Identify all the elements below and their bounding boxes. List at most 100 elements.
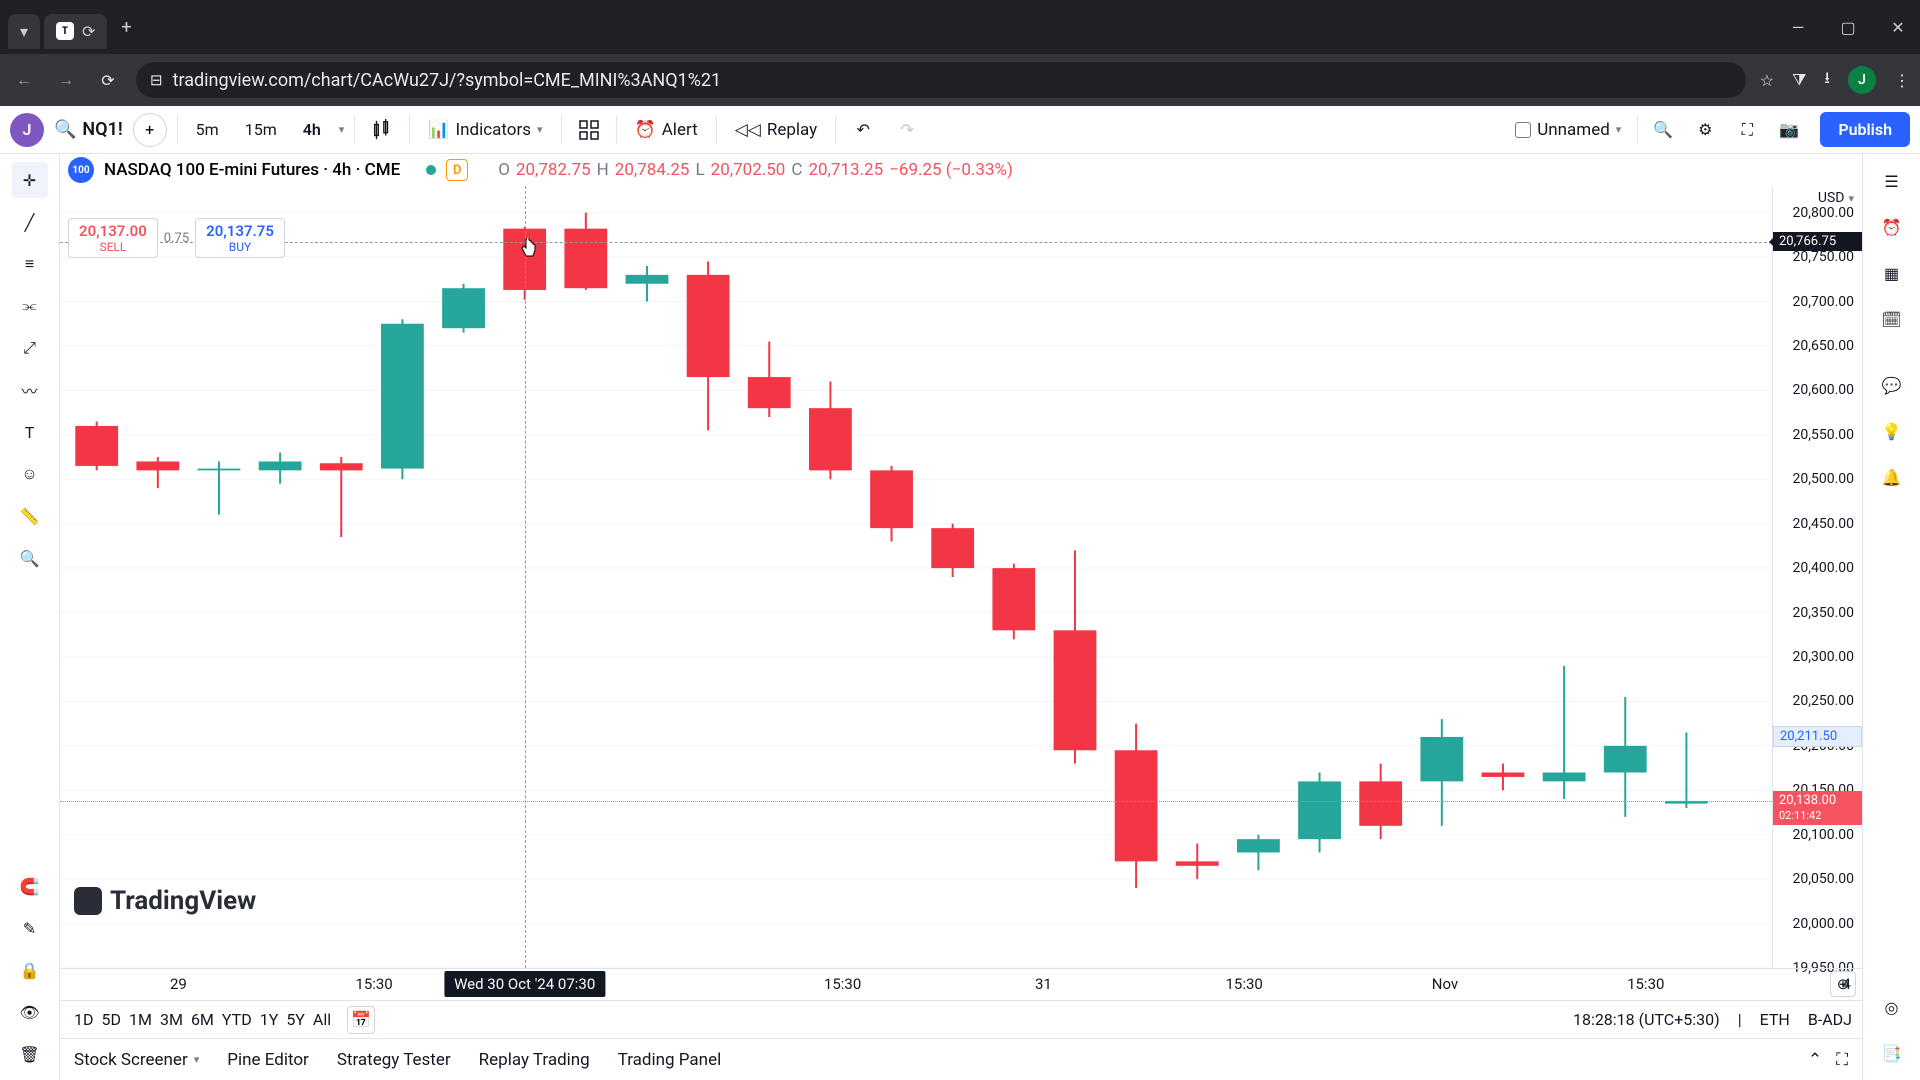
zoom-tool[interactable]: 🔍 (12, 540, 48, 576)
range-all[interactable]: All (309, 1008, 335, 1031)
lock2-tool[interactable]: 🔒 (12, 952, 48, 988)
ideas-stream-button[interactable]: 💡 (1873, 412, 1911, 450)
symbol-text: NQ1! (82, 119, 122, 140)
profile-avatar[interactable]: J (1848, 66, 1876, 94)
trendline-tool[interactable]: ╱ (12, 204, 48, 240)
watchlist-button[interactable]: ☰ (1873, 162, 1911, 200)
chat-button[interactable]: 💬 (1873, 366, 1911, 404)
chart-pane[interactable]: 20,137.00 SELL 0.75 20,137.75 BUY (60, 186, 1772, 968)
low-value: 20,702.50 (711, 160, 786, 180)
time-axis[interactable]: ⊕ 2915:3015:303115:30Nov15:304Wed 30 Oct… (60, 968, 1862, 1000)
low-label: L (696, 160, 705, 180)
price-tick: 20,750.00 (1792, 249, 1854, 265)
downloads-icon[interactable]: ⭳ (1824, 67, 1830, 94)
sell-button[interactable]: 20,137.00 SELL (68, 218, 158, 258)
new-tab-button[interactable]: + (117, 18, 135, 36)
emoji-tool[interactable]: ☺ (12, 456, 48, 492)
lock-tool[interactable]: ✎ (12, 910, 48, 946)
trash-tool[interactable]: 🗑 (12, 1036, 48, 1072)
range-3m[interactable]: 3M (156, 1008, 187, 1031)
range-5y[interactable]: 5Y (282, 1008, 309, 1031)
range-1y[interactable]: 1Y (256, 1008, 283, 1031)
extensions-icon[interactable]: ⧩ (1792, 70, 1806, 90)
tab-dropdown-icon[interactable]: ▾ (20, 22, 28, 41)
layout-name-dropdown[interactable]: Unnamed ▾ (1507, 114, 1629, 146)
tab-pine-editor[interactable]: Pine Editor (227, 1050, 309, 1070)
reload-in-tab-icon[interactable]: ⟳ (82, 22, 95, 41)
object-tree-button[interactable]: ◎ (1873, 988, 1911, 1026)
data-badge[interactable]: D (446, 159, 468, 181)
fullscreen-button[interactable]: ⛶ (1730, 113, 1764, 147)
calendar-button[interactable]: 🗓 (1873, 300, 1911, 338)
tab-strategy-tester[interactable]: Strategy Tester (337, 1050, 451, 1070)
window-minimize-icon[interactable]: — (1784, 18, 1812, 37)
templates-button[interactable] (572, 113, 606, 147)
url-text: tradingview.com/chart/CAcWu27J/?symbol=C… (173, 70, 722, 91)
kebab-menu-icon[interactable]: ⋮ (1894, 71, 1910, 90)
browser-tab[interactable]: ▾ (8, 14, 40, 49)
back-button[interactable]: ← (10, 66, 38, 94)
indicators-button[interactable]: 📊 Indicators ▾ (420, 114, 550, 146)
reload-button[interactable]: ⟳ (94, 66, 122, 94)
add-symbol-button[interactable]: + (133, 113, 167, 147)
user-avatar[interactable]: J (10, 113, 44, 147)
time-tick: 29 (170, 975, 187, 993)
bottom-panel-tabs: Stock Screener ▾ Pine Editor Strategy Te… (60, 1038, 1862, 1080)
calendar-button[interactable]: 📅 (347, 1006, 375, 1034)
time-tooltip: Wed 30 Oct '24 07:30 (444, 971, 605, 997)
time-tick: 15:30 (1225, 975, 1262, 993)
measure-tool[interactable]: 📏 (12, 498, 48, 534)
tab-trading-panel[interactable]: Trading Panel (618, 1050, 722, 1070)
maximize-panel-icon[interactable]: ⛶ (1836, 1050, 1848, 1070)
range-1d[interactable]: 1D (70, 1008, 98, 1031)
price-tick: 20,100.00 (1792, 827, 1854, 843)
text-tool[interactable]: T (12, 414, 48, 450)
brush-tool[interactable]: 〰 (12, 372, 48, 408)
bookmark-icon[interactable]: ☆ (1760, 71, 1774, 90)
magnet-tool[interactable]: 🧲 (12, 868, 48, 904)
time-tick: Nov (1432, 975, 1458, 993)
cursor-tool[interactable]: ✛ (12, 162, 48, 198)
browser-tab-active[interactable]: T ⟳ (44, 14, 107, 49)
window-maximize-icon[interactable]: ▢ (1834, 18, 1862, 37)
timeframe-5m[interactable]: 5m (188, 114, 227, 145)
alert-button[interactable]: ⏰ Alert (627, 114, 706, 146)
quick-search-button[interactable]: 🔍 (1646, 113, 1680, 147)
timeframe-4h[interactable]: 4h (295, 114, 329, 145)
hotlists-button[interactable]: ▦ (1873, 254, 1911, 292)
range-6m[interactable]: 6M (187, 1008, 218, 1031)
replay-button[interactable]: ◁◁ Replay (727, 114, 826, 146)
chart-settings-button[interactable]: ⚙ (1688, 113, 1722, 147)
pattern-tool[interactable]: ⫘ (12, 288, 48, 324)
snapshot-button[interactable]: 📷 (1772, 113, 1806, 147)
symbol-search[interactable]: 🔍 NQ1! (54, 119, 123, 140)
range-5d[interactable]: 5D (98, 1008, 126, 1031)
buy-button[interactable]: 20,137.75 BUY (195, 218, 285, 258)
range-1m[interactable]: 1M (125, 1008, 156, 1031)
site-info-icon[interactable]: ⊟ (150, 71, 163, 89)
eye-tool[interactable]: 👁 (12, 994, 48, 1030)
forecast-tool[interactable]: ⤢ (12, 330, 48, 366)
fib-tool[interactable]: ≡ (12, 246, 48, 282)
dom-button[interactable]: 📑 (1873, 1034, 1911, 1072)
adjustment-toggle[interactable]: B-ADJ (1808, 1010, 1852, 1029)
legend-title[interactable]: NASDAQ 100 E-mini Futures · 4h · CME (104, 160, 400, 180)
timeframe-dropdown-icon[interactable]: ▾ (339, 123, 345, 136)
notifications-button[interactable]: 🔔 (1873, 458, 1911, 496)
buy-price: 20,137.75 (206, 222, 274, 240)
currency-selector[interactable]: USD ▾ (1818, 190, 1854, 206)
url-field[interactable]: ⊟ tradingview.com/chart/CAcWu27J/?symbol… (136, 62, 1746, 98)
tab-replay-trading[interactable]: Replay Trading (479, 1050, 590, 1070)
session-toggle[interactable]: ETH (1760, 1010, 1790, 1029)
undo-button[interactable]: ↶ (846, 113, 880, 147)
window-close-icon[interactable]: ✕ (1884, 18, 1912, 37)
timeframe-15m[interactable]: 15m (237, 114, 285, 145)
price-tick: 20,000.00 (1792, 916, 1854, 932)
price-axis[interactable]: USD ▾ 20,800.0020,750.0020,700.0020,650.… (1772, 186, 1862, 968)
publish-button[interactable]: Publish (1820, 112, 1910, 147)
collapse-panel-icon[interactable]: ⌃ (1808, 1050, 1822, 1070)
range-ytd[interactable]: YTD (218, 1008, 256, 1031)
tab-stock-screener[interactable]: Stock Screener ▾ (74, 1050, 199, 1070)
alerts-button[interactable]: ⏰ (1873, 208, 1911, 246)
chart-style-button[interactable] (365, 113, 399, 147)
